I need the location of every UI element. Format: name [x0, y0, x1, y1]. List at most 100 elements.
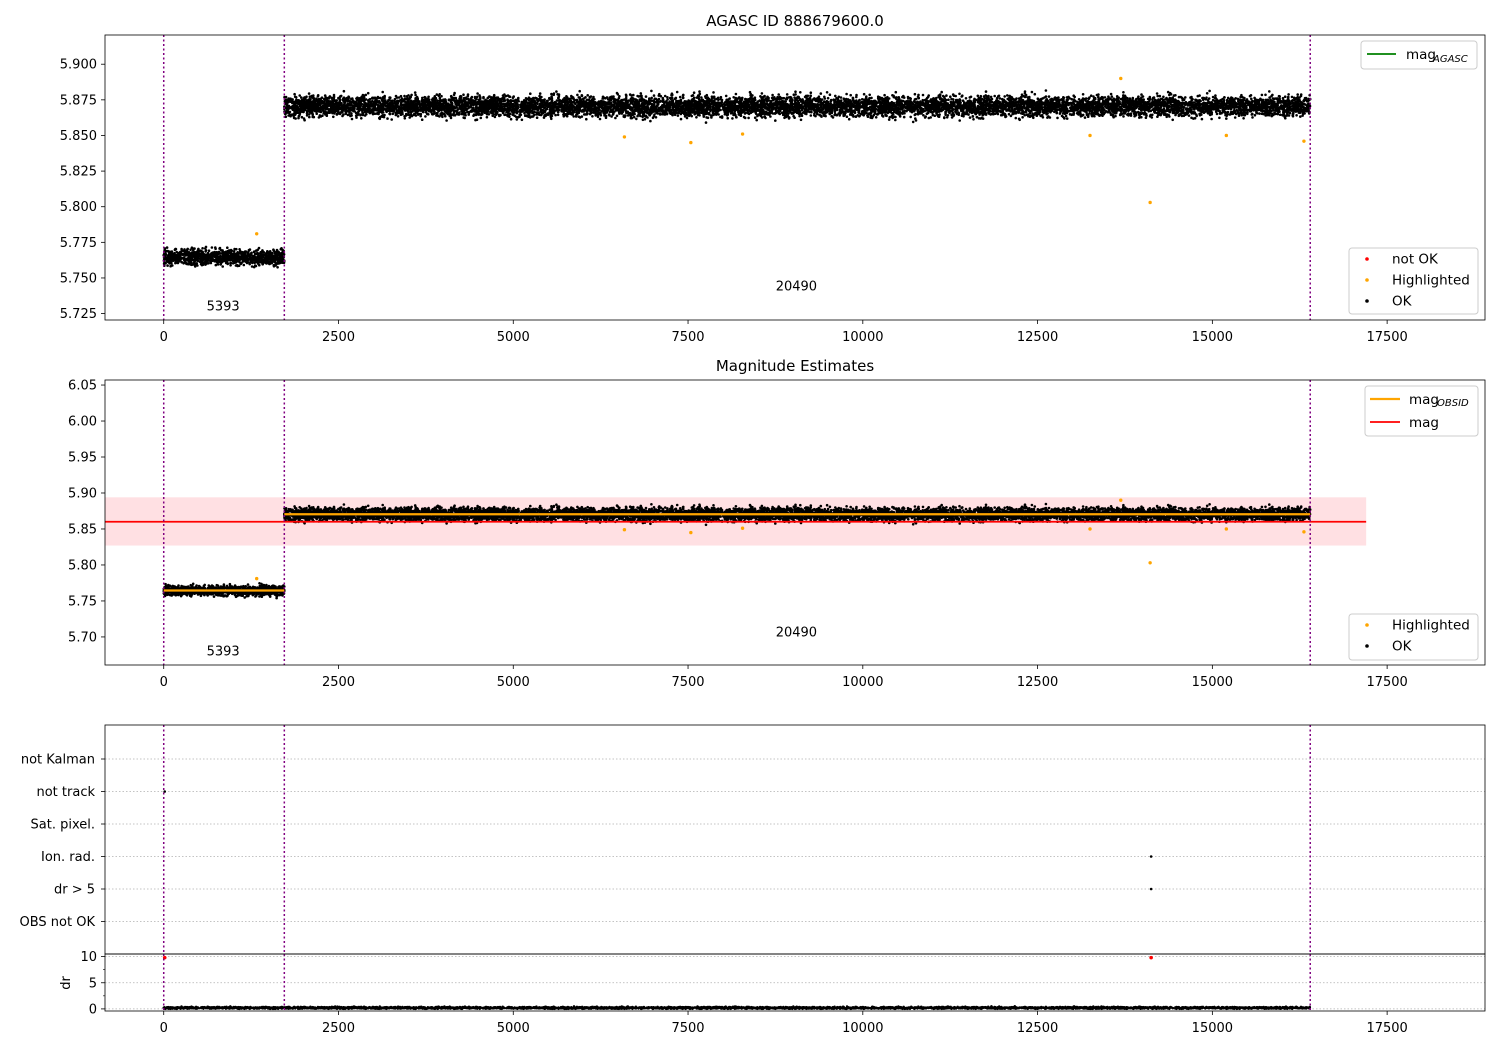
ok-point — [224, 250, 228, 254]
ok-point — [201, 247, 204, 250]
ok-point — [218, 257, 221, 261]
ok-point — [168, 260, 171, 263]
ok-points — [162, 245, 286, 269]
ok-point — [440, 94, 443, 98]
ok-point — [246, 258, 250, 262]
ok-point — [172, 255, 176, 258]
ok-point — [194, 251, 197, 254]
ok-point — [238, 261, 241, 264]
figure: AGASC ID 888679600.0 539320490 0 2500 5000… — [20, 12, 1486, 1036]
ok-point — [927, 94, 930, 97]
ok-point — [168, 256, 171, 260]
ok-point — [256, 262, 260, 265]
ok-point — [274, 262, 278, 265]
ok-point — [650, 89, 653, 93]
ok-point — [839, 96, 843, 99]
ok-point — [228, 251, 231, 254]
ok-point — [492, 93, 496, 97]
ok-point — [221, 265, 224, 268]
ok-point — [260, 261, 264, 264]
ok-point — [1131, 96, 1135, 100]
ok-point — [232, 252, 236, 256]
ok-point — [210, 252, 214, 255]
ok-point — [735, 115, 738, 119]
ok-point — [388, 112, 391, 116]
ok-point — [643, 117, 647, 121]
ok-point — [248, 248, 252, 251]
ok-point — [205, 260, 209, 263]
ok-point — [235, 247, 238, 251]
ok-point — [834, 94, 837, 98]
ok-point — [260, 258, 263, 261]
ok-point — [272, 248, 275, 251]
ok-point — [794, 90, 797, 93]
ok-point — [188, 256, 191, 259]
ok-point — [216, 263, 220, 266]
ok-point — [753, 116, 757, 119]
ok-point — [632, 115, 636, 119]
ok-point — [1184, 96, 1187, 99]
ok-point — [592, 95, 595, 99]
ok-point — [250, 265, 254, 268]
ok-points — [283, 89, 1312, 124]
ok-point — [250, 251, 253, 255]
ok-point — [1122, 91, 1125, 94]
ok-point — [249, 257, 252, 260]
ok-point — [171, 264, 174, 267]
ok-point — [849, 93, 852, 97]
ok-point — [538, 92, 542, 95]
ok-point — [1177, 95, 1181, 99]
ok-point — [452, 93, 456, 97]
ok-point — [509, 117, 513, 121]
ok-point — [200, 262, 203, 266]
ok-point — [255, 259, 258, 263]
ok-point — [165, 257, 169, 261]
ok-point — [279, 258, 282, 261]
ok-point — [235, 263, 239, 267]
ok-point — [421, 96, 424, 100]
ok-point — [940, 90, 943, 94]
ok-point — [325, 114, 329, 117]
ok-point — [831, 116, 835, 119]
ok-point — [644, 95, 648, 98]
ok-point — [275, 258, 279, 261]
ok-point — [218, 247, 221, 250]
ok-point — [248, 254, 251, 257]
ok-point — [268, 250, 272, 253]
ok-point — [777, 93, 780, 96]
ok-point — [201, 258, 204, 261]
ok-point — [914, 97, 918, 101]
ok-point — [173, 251, 176, 255]
ok-point — [984, 90, 988, 93]
ok-point — [244, 250, 248, 253]
ok-point — [204, 263, 207, 266]
ok-point — [254, 249, 258, 252]
ok-point — [847, 117, 851, 121]
ok-point — [444, 114, 447, 118]
ok-point — [276, 266, 279, 269]
ok-point — [265, 251, 269, 254]
ok-point — [695, 116, 698, 119]
ok-point — [182, 256, 186, 259]
ok-point — [894, 118, 897, 122]
ok-point — [591, 115, 594, 118]
ok-point — [210, 246, 214, 249]
ok-point — [225, 254, 229, 258]
ok-point — [1081, 93, 1085, 96]
ok-point — [274, 251, 278, 254]
ok-point — [207, 254, 210, 257]
ok-point — [231, 262, 235, 265]
ok-point — [229, 264, 232, 267]
ok-point — [692, 91, 696, 94]
ok-point — [174, 255, 178, 259]
ok-point — [585, 117, 588, 121]
ok-point — [578, 89, 581, 93]
ok-point — [235, 260, 239, 263]
ok-point — [209, 260, 212, 264]
ok-point — [261, 250, 265, 254]
ok-point — [272, 263, 276, 267]
ok-point — [961, 94, 964, 97]
ok-point — [403, 94, 406, 98]
ok-point — [747, 116, 750, 120]
ok-point — [177, 251, 180, 255]
